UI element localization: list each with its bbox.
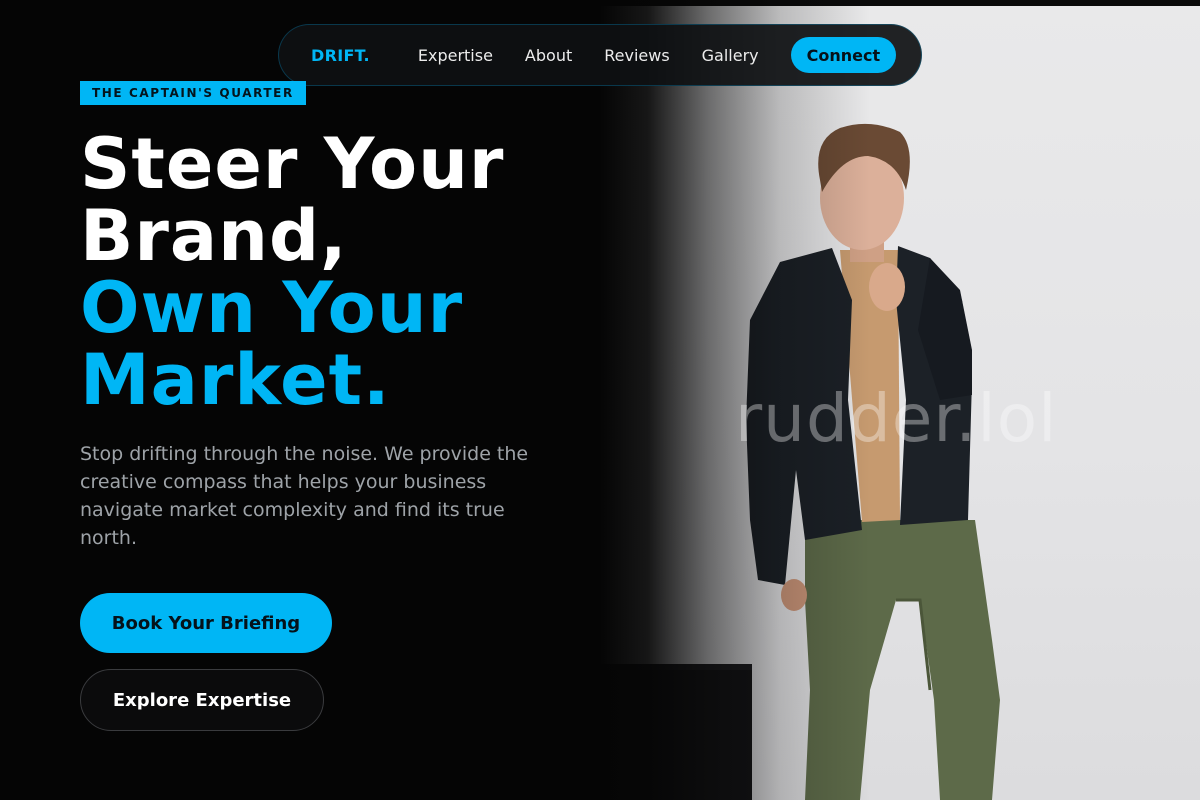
brand-logo[interactable]: DRIFT. xyxy=(311,46,370,65)
connect-button[interactable]: Connect xyxy=(790,37,897,73)
headline-line-1: Steer Your xyxy=(80,123,505,205)
eyebrow-badge: THE CAPTAIN'S QUARTER xyxy=(80,81,306,105)
headline-accent-line-2: Market. xyxy=(80,339,391,421)
headline-line-2: Brand, xyxy=(80,195,348,277)
hero-headline: Steer Your Brand, Own Your Market. xyxy=(80,128,600,416)
top-navigation: DRIFT. Expertise About Reviews Gallery C… xyxy=(278,24,922,86)
nav-link-gallery[interactable]: Gallery xyxy=(702,46,759,65)
nav-link-about[interactable]: About xyxy=(525,46,572,65)
watermark: rudder.lol xyxy=(735,380,1058,457)
headline-accent-line-1: Own Your xyxy=(80,267,464,349)
nav-link-reviews[interactable]: Reviews xyxy=(604,46,669,65)
book-briefing-button[interactable]: Book Your Briefing xyxy=(80,593,332,653)
hero-description: Stop drifting through the noise. We prov… xyxy=(80,443,529,549)
explore-expertise-button[interactable]: Explore Expertise xyxy=(80,669,324,731)
nav-link-expertise[interactable]: Expertise xyxy=(418,46,493,65)
